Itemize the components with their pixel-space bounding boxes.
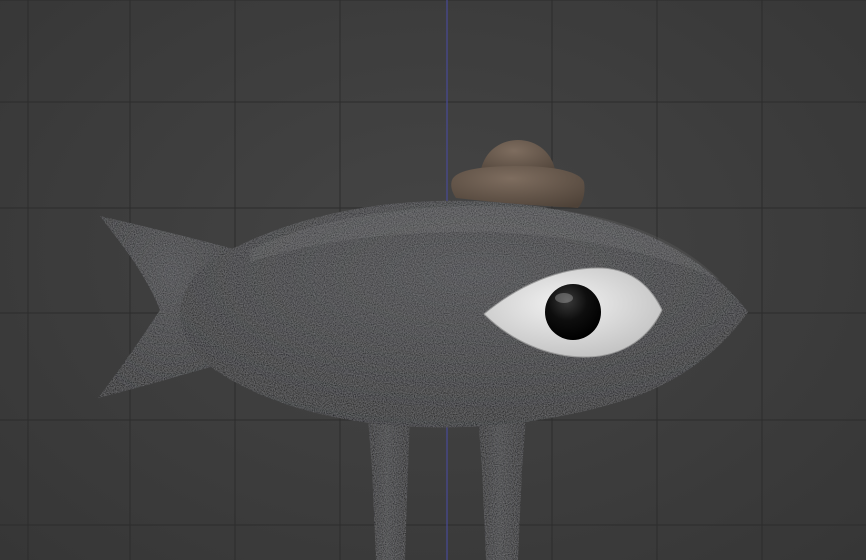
3d-viewport[interactable] [0, 0, 866, 560]
fish-pupil[interactable] [545, 284, 601, 340]
fish-body[interactable] [180, 200, 748, 428]
fish-model[interactable] [0, 0, 866, 560]
fish-leg-right[interactable] [478, 418, 526, 560]
fish-leg-left[interactable] [368, 418, 410, 560]
pupil-highlight [555, 293, 573, 303]
fish-hat[interactable] [451, 140, 585, 208]
